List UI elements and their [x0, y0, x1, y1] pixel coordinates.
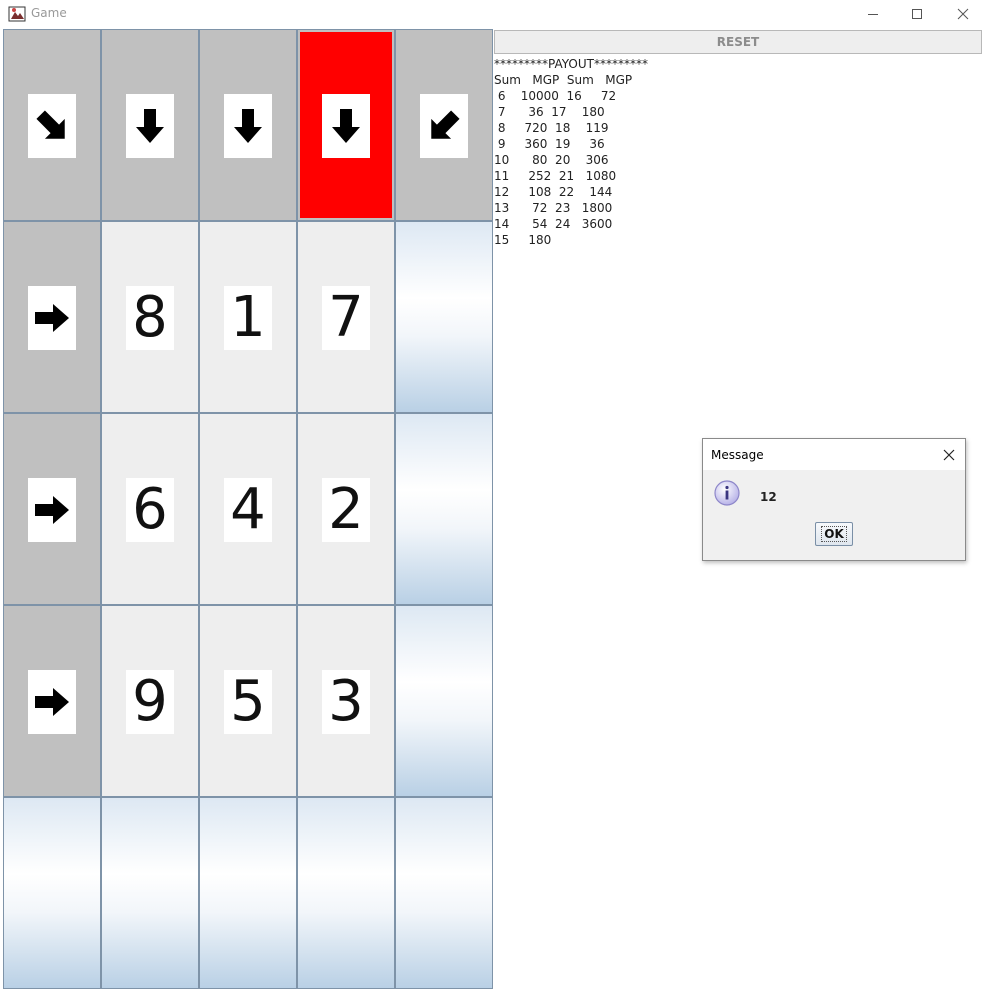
payout-table: *********PAYOUT********* Sum MGP Sum MGP… — [494, 57, 648, 247]
arrow-card — [28, 670, 76, 734]
dialog-titlebar: Message — [703, 439, 965, 470]
ok-button-label: OK — [821, 526, 847, 542]
empty-button-cell[interactable] — [395, 605, 493, 797]
empty-button-cell[interactable] — [199, 797, 297, 989]
empty-button-cell[interactable] — [297, 797, 395, 989]
row-arrow-cell-row-1[interactable] — [3, 221, 101, 413]
arrow-card — [28, 478, 76, 542]
number-cell[interactable]: 8 — [101, 221, 199, 413]
number-card: 4 — [224, 478, 272, 542]
arrow-right-icon — [35, 688, 69, 716]
arrow-card — [322, 94, 370, 158]
number-card: 7 — [322, 286, 370, 350]
number-cell[interactable]: 7 — [297, 221, 395, 413]
number-card: 3 — [322, 670, 370, 734]
dialog-title: Message — [711, 448, 764, 462]
row-arrow-cell-row-2[interactable] — [3, 413, 101, 605]
row-arrow-cell-row-3[interactable] — [3, 605, 101, 797]
info-icon — [713, 479, 741, 507]
empty-button-cell[interactable] — [395, 413, 493, 605]
number-card: 1 — [224, 286, 272, 350]
number-card: 5 — [224, 670, 272, 734]
close-window-button[interactable] — [940, 0, 982, 28]
header-arrow-cell-diagonal-down-left[interactable] — [395, 29, 493, 221]
minimize-button[interactable] — [850, 0, 896, 28]
message-dialog: Message 12 OK — [702, 438, 966, 561]
empty-button-cell[interactable] — [395, 797, 493, 989]
arrow-right-icon — [35, 304, 69, 332]
number-cell[interactable]: 1 — [199, 221, 297, 413]
arrow-down-icon — [136, 109, 164, 143]
empty-button-cell[interactable] — [395, 221, 493, 413]
header-arrow-cell-col-2[interactable] — [199, 29, 297, 221]
arrow-card — [28, 286, 76, 350]
number-card: 6 — [126, 478, 174, 542]
close-icon — [957, 8, 969, 20]
game-grid: 8 1 7 6 4 2 9 5 3 — [3, 29, 493, 989]
header-arrow-cell-diagonal-down-right[interactable] — [3, 29, 101, 221]
reset-button[interactable]: RESET — [494, 30, 982, 54]
arrow-down-icon — [332, 109, 360, 143]
arrow-card — [224, 94, 272, 158]
maximize-button[interactable] — [894, 0, 940, 28]
arrow-down-icon — [234, 109, 262, 143]
window-titlebar: Game — [0, 0, 982, 28]
number-cell[interactable]: 2 — [297, 413, 395, 605]
ok-button[interactable]: OK — [815, 522, 853, 546]
arrow-card — [28, 94, 76, 158]
maximize-icon — [912, 9, 922, 19]
window-title: Game — [31, 6, 67, 20]
empty-button-cell[interactable] — [101, 797, 199, 989]
dialog-close-button[interactable] — [939, 445, 959, 465]
number-cell[interactable]: 3 — [297, 605, 395, 797]
number-card: 2 — [322, 478, 370, 542]
number-cell[interactable]: 4 — [199, 413, 297, 605]
arrow-right-icon — [35, 496, 69, 524]
dialog-message: 12 — [760, 490, 777, 504]
number-cell[interactable]: 9 — [101, 605, 199, 797]
number-cell[interactable]: 5 — [199, 605, 297, 797]
header-arrow-cell-col-3-selected[interactable] — [297, 29, 395, 221]
empty-button-cell[interactable] — [3, 797, 101, 989]
number-card: 8 — [126, 286, 174, 350]
arrow-down-left-icon — [431, 110, 460, 139]
header-arrow-cell-col-1[interactable] — [101, 29, 199, 221]
number-card: 9 — [126, 670, 174, 734]
arrow-down-right-icon — [36, 110, 65, 139]
close-icon — [943, 449, 955, 461]
arrow-card — [420, 94, 468, 158]
arrow-card — [126, 94, 174, 158]
java-app-icon — [8, 5, 26, 23]
number-cell[interactable]: 6 — [101, 413, 199, 605]
minimize-icon — [868, 14, 878, 15]
